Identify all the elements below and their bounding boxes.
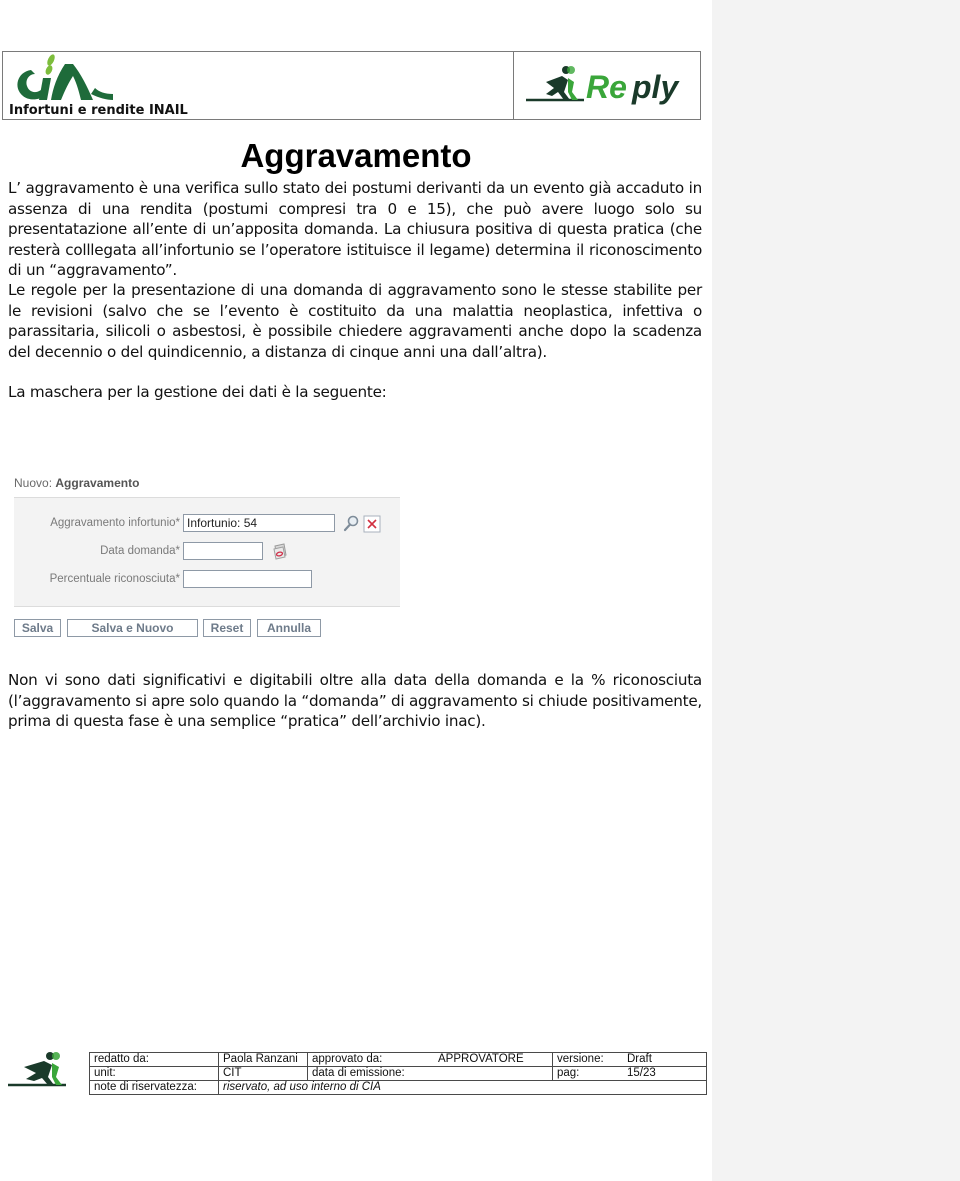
header-subtitle: Infortuni e rendite INAIL bbox=[9, 103, 188, 118]
footer-versione-label: versione: bbox=[552, 1052, 623, 1067]
data-domanda-label: Data domanda* bbox=[100, 545, 180, 557]
footer-approvato-value: APPROVATORE bbox=[434, 1052, 553, 1067]
svg-text:Re: Re bbox=[586, 69, 627, 105]
data-domanda-input[interactable] bbox=[183, 542, 263, 560]
cancel-button[interactable]: Annulla bbox=[257, 619, 321, 637]
footer-row: redatto da: Paola Ranzani approvato da: … bbox=[89, 1052, 707, 1067]
form-heading: Nuovo: Aggravamento bbox=[14, 476, 139, 490]
paragraph-notes: Non vi sono dati significativi e digitab… bbox=[8, 671, 702, 730]
form-screenshot: Nuovo: Aggravamento Aggravamento infortu… bbox=[12, 472, 412, 642]
reply-runner-logo-icon bbox=[8, 1052, 66, 1087]
paragraph-mask-intro: La maschera per la gestione dei dati è l… bbox=[8, 383, 387, 401]
footer-redatto-label: redatto da: bbox=[89, 1052, 219, 1067]
footer-emissione-value bbox=[434, 1066, 553, 1081]
footer-approvato-label: approvato da: bbox=[307, 1052, 434, 1067]
percentuale-riconosciuta-input[interactable] bbox=[183, 570, 312, 588]
svg-text:ply: ply bbox=[631, 69, 680, 105]
reset-button[interactable]: Reset bbox=[203, 619, 251, 637]
calendar-icon[interactable] bbox=[270, 543, 288, 561]
footer-emissione-label: data di emissione: bbox=[307, 1066, 434, 1081]
footer-unit-value: CIT bbox=[218, 1066, 308, 1081]
document-header: Infortuni e rendite INAIL Re ply bbox=[2, 51, 701, 120]
footer-unit-label: unit: bbox=[89, 1066, 219, 1081]
form-row-percentuale-riconosciuta: Percentuale riconosciuta* bbox=[14, 570, 400, 590]
clear-icon[interactable] bbox=[363, 515, 381, 533]
aggravamento-infortunio-input[interactable] bbox=[183, 514, 335, 532]
comment-margin-panel bbox=[712, 0, 960, 1181]
cia-logo-icon bbox=[17, 54, 113, 100]
footer-row: unit: CIT data di emissione: pag: 15/23 bbox=[89, 1066, 707, 1081]
paragraph-rules: Le regole per la presentazione di una do… bbox=[8, 281, 702, 361]
footer-redatto-value: Paola Ranzani bbox=[218, 1052, 308, 1067]
aggravamento-infortunio-label: Aggravamento infortunio* bbox=[50, 517, 180, 529]
form-heading-title: Aggravamento bbox=[55, 476, 140, 490]
reply-logo-icon: Re ply bbox=[526, 66, 680, 105]
form-heading-prefix: Nuovo: bbox=[14, 476, 53, 490]
footer-note-label: note di riservatezza: bbox=[89, 1080, 219, 1095]
footer-note-value: riservato, ad uso interno di CIA bbox=[218, 1080, 707, 1095]
header-right-cell: Re ply bbox=[514, 52, 700, 119]
footer-pag-value: 15/23 bbox=[623, 1066, 707, 1081]
footer-row: note di riservatezza: riservato, ad uso … bbox=[89, 1080, 707, 1095]
form-panel: Aggravamento infortunio* Data domanda* P… bbox=[14, 497, 400, 607]
percentuale-riconosciuta-label: Percentuale riconosciuta* bbox=[49, 573, 180, 585]
search-icon[interactable] bbox=[342, 515, 360, 533]
footer-pag-label: pag: bbox=[552, 1066, 623, 1081]
save-and-new-button[interactable]: Salva e Nuovo bbox=[67, 619, 198, 637]
header-left-cell: Infortuni e rendite INAIL bbox=[3, 52, 514, 119]
paragraph-intro: L’ aggravamento è una verifica sullo sta… bbox=[8, 179, 702, 279]
footer-metadata-table: redatto da: Paola Ranzani approvato da: … bbox=[89, 1052, 707, 1095]
form-row-data-domanda: Data domanda* bbox=[14, 542, 400, 562]
footer-versione-value: Draft bbox=[623, 1052, 707, 1067]
save-button[interactable]: Salva bbox=[14, 619, 61, 637]
form-row-aggravamento-infortunio: Aggravamento infortunio* bbox=[14, 514, 400, 534]
page-title: Aggravamento bbox=[240, 137, 472, 174]
